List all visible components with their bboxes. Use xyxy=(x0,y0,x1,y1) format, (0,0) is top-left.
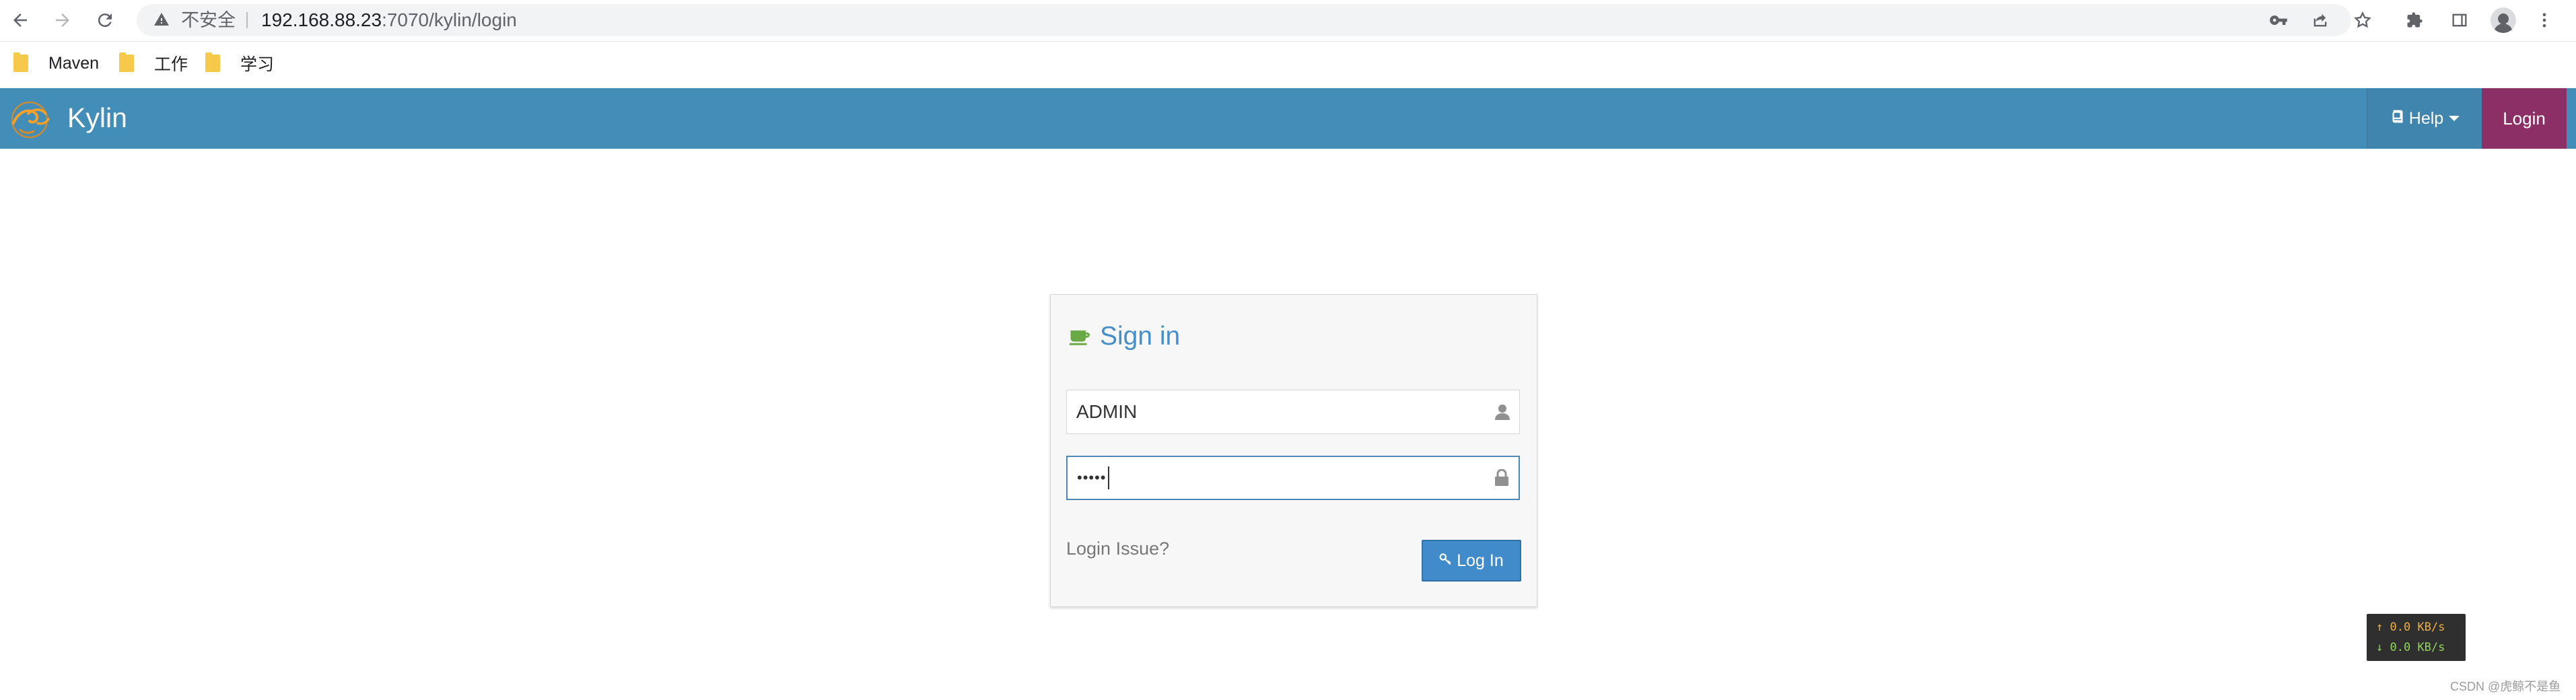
book-icon xyxy=(2390,109,2405,129)
share-icon[interactable] xyxy=(2308,8,2332,32)
star-icon[interactable] xyxy=(2351,8,2375,32)
side-panel-icon[interactable] xyxy=(2445,5,2474,35)
help-label: Help xyxy=(2408,108,2444,128)
folder-icon xyxy=(119,53,134,72)
text-cursor xyxy=(1107,466,1109,489)
bookmark-label: 工作 xyxy=(154,55,188,74)
user-icon xyxy=(1492,390,1512,433)
watermark-text: CSDN @虎鲸不是鱼 xyxy=(2450,680,2561,693)
signin-heading: Sign in xyxy=(1068,320,1180,353)
lock-icon xyxy=(1492,457,1512,499)
reload-icon[interactable] xyxy=(90,5,120,35)
login-issue-link[interactable]: Login Issue? xyxy=(1066,538,1169,559)
browser-toolbar: 不安全 192.168.88.23:7070/kylin/login xyxy=(0,0,2576,42)
back-arrow-icon[interactable] xyxy=(5,5,35,35)
username-field[interactable] xyxy=(1066,390,1520,434)
username-input[interactable] xyxy=(1067,390,1477,433)
log-in-label: Log In xyxy=(1457,551,1504,570)
brand-name[interactable]: Kylin xyxy=(67,88,127,149)
profile-icon[interactable] xyxy=(2488,5,2518,35)
kylin-navbar: Kylin Help Login xyxy=(0,88,2576,149)
coffee-icon xyxy=(1070,330,1090,345)
key-icon[interactable] xyxy=(2266,8,2291,32)
warning-triangle-icon[interactable] xyxy=(151,9,172,30)
log-in-button[interactable]: Log In xyxy=(1422,540,1521,582)
help-menu-button[interactable]: Help xyxy=(2367,88,2482,149)
signin-title: Sign in xyxy=(1100,322,1181,351)
url-host: 192.168.88.23 xyxy=(261,9,382,30)
address-bar[interactable]: 不安全 192.168.88.23:7070/kylin/login xyxy=(137,4,2371,36)
bookmarks-bar: Maven 工作 学习 xyxy=(0,42,2576,85)
folder-icon xyxy=(205,53,220,72)
bookmark-maven[interactable]: Maven xyxy=(13,50,99,77)
bookmark-study[interactable]: 学习 xyxy=(205,50,274,77)
bookmark-work[interactable]: 工作 xyxy=(119,50,188,77)
folder-icon xyxy=(13,53,28,72)
url-path: :7070/kylin/login xyxy=(382,9,517,30)
forward-arrow-icon[interactable] xyxy=(48,5,77,35)
network-speed-widget: ↑ 0.0 KB/s ↓ 0.0 KB/s xyxy=(2367,614,2466,661)
bookmark-label: 学习 xyxy=(240,55,275,74)
security-label[interactable]: 不安全 xyxy=(181,4,236,36)
omnibox-divider xyxy=(246,12,248,28)
navbar-login-button[interactable]: Login xyxy=(2482,88,2567,149)
password-input[interactable]: ••••• xyxy=(1077,457,1109,499)
download-speed: ↓ 0.0 KB/s xyxy=(2376,641,2445,654)
caret-down-icon xyxy=(2449,116,2460,121)
url-text[interactable]: 192.168.88.23:7070/kylin/login xyxy=(261,4,517,36)
puzzle-icon[interactable] xyxy=(2400,5,2429,35)
password-mask: ••••• xyxy=(1077,469,1107,486)
login-panel: Sign in ••••• Login Issue? Log In xyxy=(1050,294,1537,607)
password-field[interactable]: ••••• xyxy=(1066,456,1520,500)
upload-speed: ↑ 0.0 KB/s xyxy=(2376,621,2445,634)
navbar-edge xyxy=(2567,88,2576,149)
kebab-menu-icon[interactable] xyxy=(2530,5,2559,35)
bookmark-label: Maven xyxy=(48,53,100,73)
kylin-logo-icon[interactable] xyxy=(8,99,53,139)
navbar-login-label: Login xyxy=(2503,108,2546,129)
key-icon xyxy=(1439,552,1453,569)
